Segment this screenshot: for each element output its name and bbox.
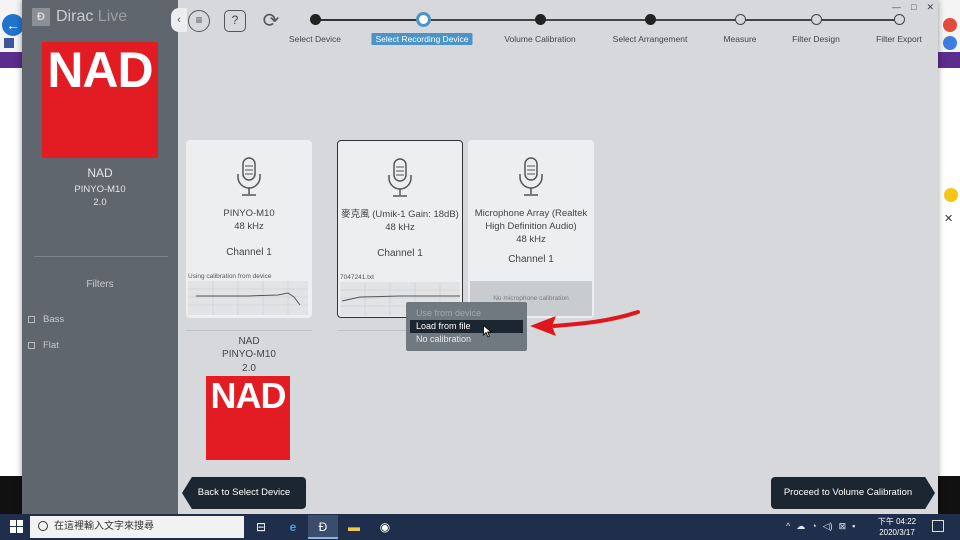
browser-back-icon: ← — [2, 14, 24, 36]
onedrive-icon[interactable]: ☁ — [796, 521, 805, 532]
step-label-filter-export: Filter Export — [876, 34, 922, 44]
window-controls: — □ ✕ — [892, 2, 934, 13]
device-model: PINYO-M10 — [74, 184, 126, 195]
sidebar: Ð Dirac Live NAD NAD PINYO-M10 2.0 Filte… — [22, 0, 178, 514]
taskbar: 在這裡輸入文字來搜尋 ⊟ e Ð ▬ ◉ ^ ☁ ◔ ◁) ⊠ ▪ 下午 04:… — [0, 514, 960, 540]
step-label-select-device[interactable]: Select Device — [289, 34, 341, 44]
menu-icon[interactable]: ≡ — [188, 10, 210, 32]
proceed-button[interactable]: Proceed to Volume Calibration — [771, 477, 935, 509]
dirac-logo-icon: Ð — [32, 8, 50, 26]
step-dot-measure — [735, 14, 746, 25]
filter-label: Flat — [43, 340, 59, 351]
step-connector — [422, 19, 900, 21]
calibration-menu: Use from device Load from file No calibr… — [406, 302, 527, 351]
close-icon[interactable]: ✕ — [926, 2, 934, 13]
step-dot-filter-export — [894, 14, 905, 25]
emoji-icon — [944, 188, 958, 202]
windows-start-icon[interactable] — [10, 520, 23, 533]
output-device-logo: NAD — [206, 376, 290, 460]
step-dot-select-device[interactable] — [310, 14, 321, 25]
calibration-label: Using calibration from device — [188, 273, 272, 280]
recording-device-name: PINYO-M10 — [223, 208, 275, 219]
search-icon — [38, 521, 48, 531]
output-device-channels: 2.0 — [242, 363, 256, 374]
step-dot-volume-calibration[interactable] — [535, 14, 546, 25]
file-explorer-icon[interactable]: ▬ — [339, 515, 369, 539]
clock-date: 2020/3/17 — [879, 528, 915, 537]
maximize-icon[interactable]: □ — [911, 2, 916, 13]
step-label-filter-design: Filter Design — [792, 34, 840, 44]
recording-device-channel: Channel 1 — [226, 247, 272, 258]
network-icon[interactable]: ◔ — [811, 521, 816, 532]
chevron-up-icon[interactable]: ^ — [786, 521, 790, 532]
recording-device-rate: 48 kHz — [516, 234, 546, 245]
filters-title: Filters — [86, 279, 114, 290]
output-device-model: PINYO-M10 — [222, 349, 276, 360]
app-logo: Ð Dirac Live — [32, 8, 127, 26]
microphone-icon — [237, 157, 261, 196]
recording-device-name: 麥克風 (Umik-1 Gain: 18dB) — [341, 209, 459, 220]
taskbar-clock[interactable]: 下午 04:22 2020/3/17 — [872, 516, 922, 538]
edge-icon[interactable]: e — [278, 515, 308, 539]
red-arrow-annotation-icon — [530, 310, 640, 336]
step-dot-select-recording-device[interactable] — [416, 12, 431, 27]
clock-time: 下午 04:22 — [877, 517, 917, 526]
device-brand: NAD — [87, 166, 113, 180]
notification-icon[interactable] — [932, 520, 944, 532]
recording-device-card-selected[interactable]: 麥克風 (Umik-1 Gain: 18dB) 48 kHz Channel 1… — [337, 140, 463, 318]
back-button[interactable]: Back to Select Device — [182, 477, 306, 509]
recording-device-rate: 48 kHz — [234, 221, 264, 232]
sidebar-divider — [34, 256, 168, 257]
filter-item-bass[interactable]: Bass — [28, 314, 64, 325]
filter-label: Bass — [43, 314, 65, 325]
menu-item-load-from-file[interactable]: Load from file — [410, 320, 523, 333]
volume-icon[interactable]: ◁) — [823, 521, 833, 532]
dirac-icon[interactable]: Ð — [308, 515, 338, 539]
filter-checkbox[interactable] — [28, 342, 35, 349]
device-channels: 2.0 — [93, 197, 107, 208]
step-connector — [316, 19, 422, 21]
input-method-icon[interactable]: ⊠ — [839, 521, 847, 532]
facebook-icon — [4, 38, 14, 48]
taskbar-search-input[interactable]: 在這裡輸入文字來搜尋 — [30, 516, 244, 538]
collapse-sidebar-button[interactable]: ‹ — [171, 8, 187, 32]
obs-icon[interactable]: ◉ — [370, 515, 400, 539]
menu-item-no-calibration[interactable]: No calibration — [406, 333, 527, 346]
recording-device-name: Microphone Array (Realtek High Definitio… — [474, 208, 588, 232]
mouse-cursor-icon — [483, 325, 492, 338]
step-label-select-arrangement[interactable]: Select Arrangement — [613, 34, 688, 44]
dirac-live-window: Ð Dirac Live NAD NAD PINYO-M10 2.0 Filte… — [22, 0, 938, 514]
device-logo: NAD — [42, 42, 158, 158]
recording-device-card[interactable]: Microphone Array (Realtek High Definitio… — [468, 140, 594, 318]
step-label-measure: Measure — [723, 34, 757, 44]
card-divider — [186, 330, 312, 331]
browser-side-icons — [940, 14, 960, 54]
filter-item-flat[interactable]: Flat — [28, 340, 59, 351]
filter-checkbox[interactable] — [28, 316, 35, 323]
refresh-icon[interactable]: ⟳ — [260, 10, 282, 32]
recording-device-channel: Channel 1 — [508, 254, 554, 265]
recording-device-rate: 48 kHz — [385, 222, 415, 233]
help-icon[interactable]: ? — [224, 10, 246, 32]
step-dot-select-arrangement[interactable] — [645, 14, 656, 25]
task-view-icon[interactable]: ⊟ — [246, 515, 276, 539]
step-label-volume-calibration[interactable]: Volume Calibration — [504, 34, 575, 44]
language-icon[interactable]: ▪ — [852, 521, 855, 532]
system-tray: ^ ☁ ◔ ◁) ⊠ ▪ — [786, 521, 855, 532]
app-brand-name: Dirac — [56, 8, 94, 25]
output-device-brand: NAD — [238, 336, 260, 347]
microphone-icon — [388, 158, 412, 197]
recording-device-card[interactable]: PINYO-M10 48 kHz Channel 1 Using calibra… — [186, 140, 312, 318]
step-dot-filter-design — [811, 14, 822, 25]
menu-item-use-from-device: Use from device — [416, 308, 482, 318]
microphone-icon — [519, 157, 543, 196]
calibration-file-label: 7047241.txt — [340, 274, 374, 281]
recording-device-channel: Channel 1 — [377, 248, 423, 259]
app-brand-suffix: Live — [97, 8, 128, 25]
step-label-select-recording-device[interactable]: Select Recording Device — [371, 33, 473, 45]
close-icon: ✕ — [944, 213, 954, 225]
calibration-graph — [188, 281, 308, 315]
minimize-icon[interactable]: — — [892, 2, 901, 13]
